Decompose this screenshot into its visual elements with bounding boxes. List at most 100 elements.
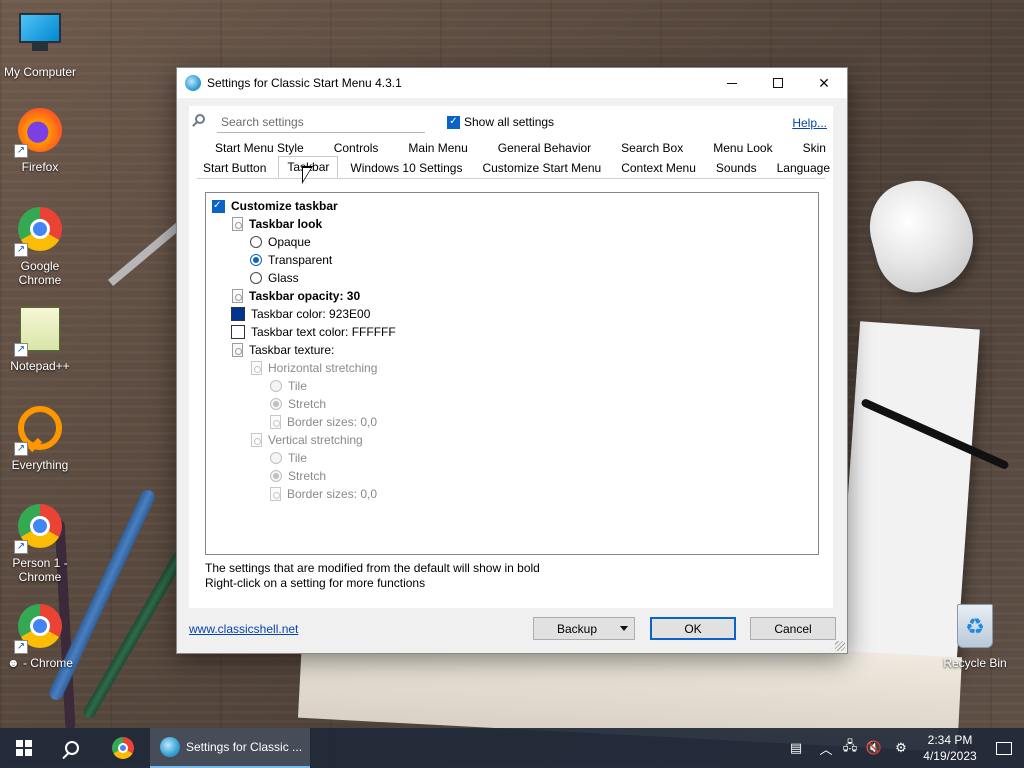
checkbox-checked-icon: ✓ — [212, 199, 225, 213]
ok-button[interactable]: OK — [650, 617, 736, 640]
setting-vertical-stretching[interactable]: Vertical stretching — [206, 431, 818, 449]
notification-center-button[interactable] — [984, 728, 1024, 768]
tab-skin[interactable]: Skin — [795, 138, 834, 158]
desktop-icon-smiley-chrome[interactable]: ↗ ☻ - Chrome — [0, 602, 80, 670]
desktop-pen-decoration — [81, 549, 187, 721]
desktop-icon-recycle-bin[interactable]: ♻ Recycle Bin — [935, 602, 1015, 670]
firefox-icon: ↗ — [14, 108, 64, 158]
chrome-profile-icon: ↗ — [14, 604, 64, 654]
desktop-icon-label: Person 1 - Chrome — [12, 556, 68, 584]
setting-label: Tile — [288, 451, 307, 465]
classic-shell-shell-icon — [185, 75, 201, 91]
dropdown-arrow-icon — [620, 626, 628, 631]
search-input[interactable] — [217, 111, 425, 133]
setting-label: Taskbar text color: FFFFFF — [251, 325, 396, 339]
setting-customize-taskbar[interactable]: ✓ Customize taskbar — [206, 197, 818, 215]
tab-windows-10-settings[interactable]: Windows 10 Settings — [342, 158, 470, 178]
tab-customize-start-menu[interactable]: Customize Start Menu — [474, 158, 609, 178]
resize-grip-icon[interactable] — [835, 641, 845, 651]
radio-button-icon — [270, 380, 282, 392]
tab-main-menu[interactable]: Main Menu — [400, 138, 475, 158]
settings-tree[interactable]: ✓ Customize taskbar Taskbar look Opaque … — [205, 192, 819, 555]
setting-label: Opaque — [268, 235, 311, 249]
start-button[interactable] — [0, 728, 48, 768]
color-swatch — [231, 307, 245, 321]
tab-search-box[interactable]: Search Box — [613, 138, 691, 158]
desktop-icon-label: Recycle Bin — [943, 656, 1007, 670]
chrome-icon: ↗ — [14, 207, 64, 257]
website-link[interactable]: www.classicshell.net — [189, 622, 298, 636]
setting-transparent-radio[interactable]: Transparent — [206, 251, 818, 269]
setting-label: Taskbar texture: — [249, 343, 335, 357]
recycle-bin-icon: ♻ — [951, 604, 999, 652]
dialog-titlebar[interactable]: Settings for Classic Start Menu 4.3.1 ✕ — [177, 68, 847, 98]
tab-sounds[interactable]: Sounds — [708, 158, 765, 178]
setting-label: Stretch — [288, 469, 327, 483]
setting-label: Taskbar look — [249, 217, 323, 231]
desktop-icon-google-chrome[interactable]: ↗ Google Chrome — [0, 205, 80, 287]
setting-horizontal-stretching[interactable]: Horizontal stretching — [206, 359, 818, 377]
desktop-icon-everything[interactable]: ↗ Everything — [0, 404, 80, 472]
action-center-tablet-icon[interactable]: ▤ — [778, 728, 814, 768]
monitor-icon — [16, 13, 64, 61]
setting-taskbar-opacity[interactable]: Taskbar opacity: 30 — [206, 287, 818, 305]
backup-button[interactable]: Backup — [533, 617, 635, 640]
close-button[interactable]: ✕ — [801, 68, 847, 98]
setting-taskbar-texture[interactable]: Taskbar texture: — [206, 341, 818, 359]
show-all-settings-checkbox[interactable]: ✓ Show all settings — [447, 115, 554, 129]
taskbar-settings-window-button[interactable]: Settings for Classic ... — [150, 728, 310, 768]
help-link[interactable]: Help... — [792, 116, 827, 130]
taskbar-clock[interactable]: 2:34 PM 4/19/2023 — [916, 732, 984, 764]
setting-label: Tile — [288, 379, 307, 393]
network-icon[interactable]: 🖧 — [838, 728, 862, 768]
setting-page-icon — [232, 343, 243, 357]
backup-label: Backup — [556, 621, 598, 636]
tab-start-button[interactable]: Start Button — [195, 158, 274, 178]
chevron-up-icon[interactable]: ︿ — [814, 728, 838, 768]
tab-controls[interactable]: Controls — [326, 138, 387, 158]
show-all-settings-label: Show all settings — [464, 115, 555, 129]
maximize-button[interactable] — [755, 68, 801, 98]
taskbar-search-button[interactable] — [48, 728, 96, 768]
search-icon — [65, 741, 79, 755]
setting-taskbar-look[interactable]: Taskbar look — [206, 215, 818, 233]
volume-muted-icon[interactable]: 🔇 — [862, 728, 886, 768]
setting-glass-radio[interactable]: Glass — [206, 269, 818, 287]
setting-horizontal-stretch-radio[interactable]: Stretch — [206, 395, 818, 413]
hint-line: Right-click on a setting for more functi… — [205, 576, 426, 590]
setting-horizontal-border-sizes[interactable]: Border sizes: 0,0 — [206, 413, 818, 431]
setting-vertical-tile-radio[interactable]: Tile — [206, 449, 818, 467]
setting-vertical-stretch-radio[interactable]: Stretch — [206, 467, 818, 485]
desktop-icon-label: ☻ - Chrome — [7, 656, 73, 670]
desktop-icon-label: Notepad++ — [10, 359, 70, 373]
settings-hint: The settings that are modified from the … — [205, 561, 540, 591]
tab-language[interactable]: Language — [769, 158, 838, 178]
setting-taskbar-text-color[interactable]: Taskbar text color: FFFFFF — [206, 323, 818, 341]
taskbar-task-label: Settings for Classic ... — [186, 740, 303, 754]
tab-menu-look[interactable]: Menu Look — [705, 138, 780, 158]
radio-button-selected-icon — [250, 254, 262, 266]
desktop-icon-firefox[interactable]: ↗ Firefox — [0, 106, 80, 174]
setting-label: Stretch — [288, 397, 327, 411]
desktop-icon-label: Firefox — [21, 160, 59, 174]
minimize-button[interactable] — [709, 68, 755, 98]
setting-opaque-radio[interactable]: Opaque — [206, 233, 818, 251]
setting-page-icon — [232, 289, 243, 303]
tab-context-menu[interactable]: Context Menu — [613, 158, 704, 178]
gear-icon[interactable]: ⚙ — [886, 728, 916, 768]
cancel-button[interactable]: Cancel — [750, 617, 836, 640]
desktop-icon-person-1-chrome[interactable]: ↗ Person 1 - Chrome — [0, 502, 80, 584]
tab-general-behavior[interactable]: General Behavior — [490, 138, 599, 158]
minimize-icon — [727, 82, 737, 84]
setting-horizontal-tile-radio[interactable]: Tile — [206, 377, 818, 395]
hint-line: The settings that are modified from the … — [205, 561, 540, 575]
setting-taskbar-color[interactable]: Taskbar color: 923E00 — [206, 305, 818, 323]
desktop-icon-notepad-plus-plus[interactable]: ↗ Notepad++ — [0, 305, 80, 373]
tab-start-menu-style[interactable]: Start Menu Style — [207, 138, 312, 158]
clock-date: 4/19/2023 — [923, 749, 977, 763]
taskbar-chrome-button[interactable] — [96, 728, 150, 768]
desktop-icon-my-computer[interactable]: My Computer — [0, 8, 80, 79]
setting-label: Border sizes: 0,0 — [287, 487, 378, 501]
setting-vertical-border-sizes[interactable]: Border sizes: 0,0 — [206, 485, 818, 503]
clock-time: 2:34 PM — [927, 733, 973, 747]
